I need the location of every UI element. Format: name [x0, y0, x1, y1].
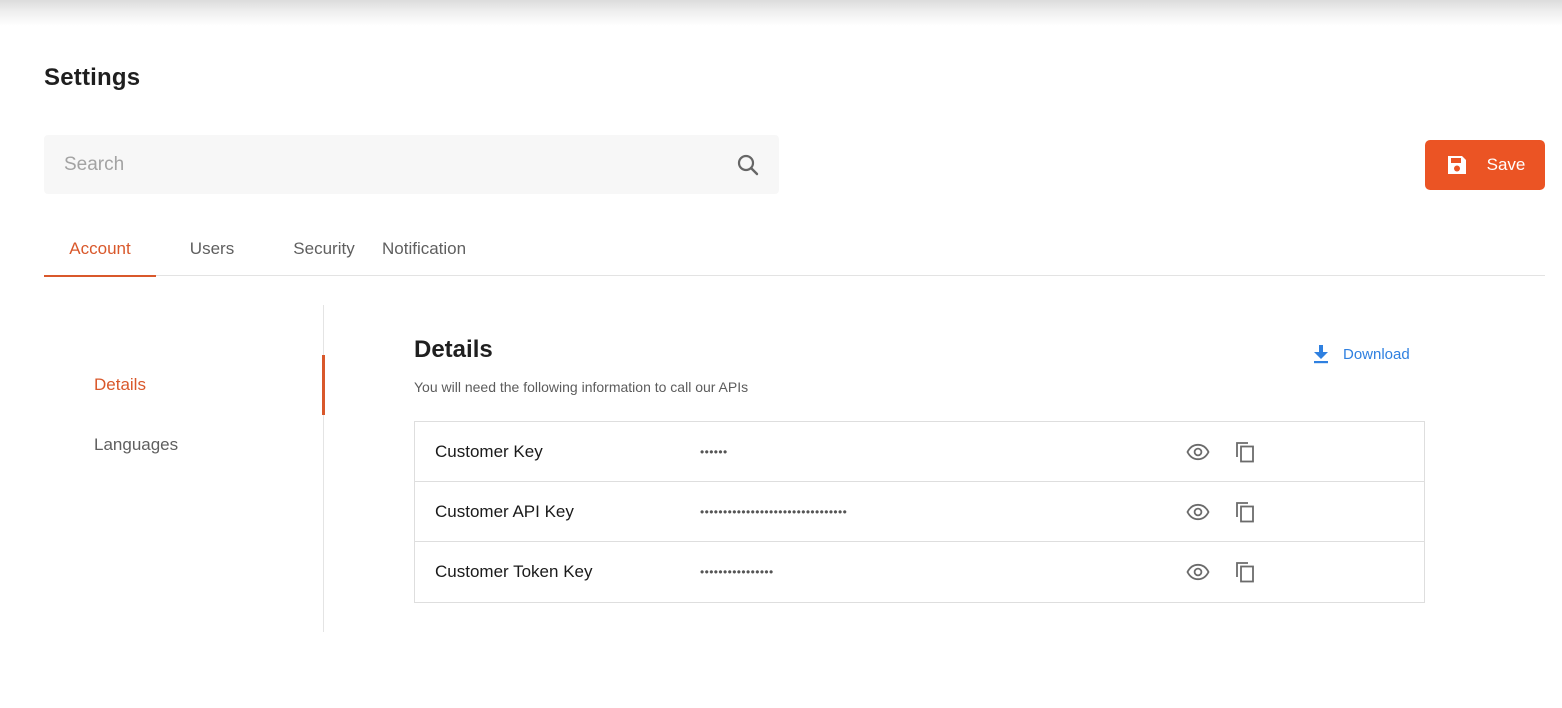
tab-account[interactable]: Account: [44, 222, 156, 277]
download-link[interactable]: Download: [1312, 344, 1410, 364]
tab-security[interactable]: Security: [268, 222, 380, 276]
key-value-masked: ••••••: [700, 444, 728, 459]
tab-bar: Account Users Security Notification: [44, 222, 1545, 277]
side-nav: Details Languages: [44, 305, 325, 632]
section-title: Details: [414, 336, 493, 363]
page-title: Settings: [44, 64, 141, 91]
save-button[interactable]: Save: [1425, 140, 1545, 190]
table-row: Customer API Key •••••••••••••••••••••••…: [415, 482, 1424, 542]
download-icon: [1312, 344, 1330, 364]
sidebar-item-languages[interactable]: Languages: [94, 435, 178, 455]
search-input[interactable]: [44, 135, 735, 194]
api-keys-table: Customer Key •••••• Customer API Key •••…: [414, 421, 1425, 603]
download-label: Download: [1343, 345, 1410, 363]
top-shadow: [0, 0, 1562, 26]
tab-notification[interactable]: Notification: [380, 222, 508, 276]
key-value-masked: ••••••••••••••••: [700, 565, 774, 579]
key-label: Customer Key: [435, 441, 543, 461]
key-value-masked: ••••••••••••••••••••••••••••••••: [700, 504, 848, 519]
tab-users[interactable]: Users: [156, 222, 268, 276]
eye-icon[interactable]: [1186, 500, 1210, 524]
copy-icon[interactable]: [1233, 440, 1257, 464]
sidebar-active-indicator: [322, 355, 325, 415]
save-label: Save: [1486, 155, 1526, 174]
table-row: Customer Key ••••••: [415, 422, 1424, 482]
search-box[interactable]: [44, 135, 779, 194]
copy-icon[interactable]: [1233, 500, 1257, 524]
table-row: Customer Token Key ••••••••••••••••: [415, 542, 1424, 602]
copy-icon[interactable]: [1233, 560, 1257, 584]
search-icon[interactable]: [735, 152, 761, 178]
key-label: Customer Token Key: [435, 562, 593, 581]
floppy-disk-icon: [1445, 153, 1469, 177]
sidebar-item-details[interactable]: Details: [94, 375, 146, 395]
key-label: Customer API Key: [435, 501, 574, 521]
eye-icon[interactable]: [1186, 560, 1210, 584]
eye-icon[interactable]: [1186, 440, 1210, 464]
section-subtitle: You will need the following information …: [414, 379, 749, 395]
